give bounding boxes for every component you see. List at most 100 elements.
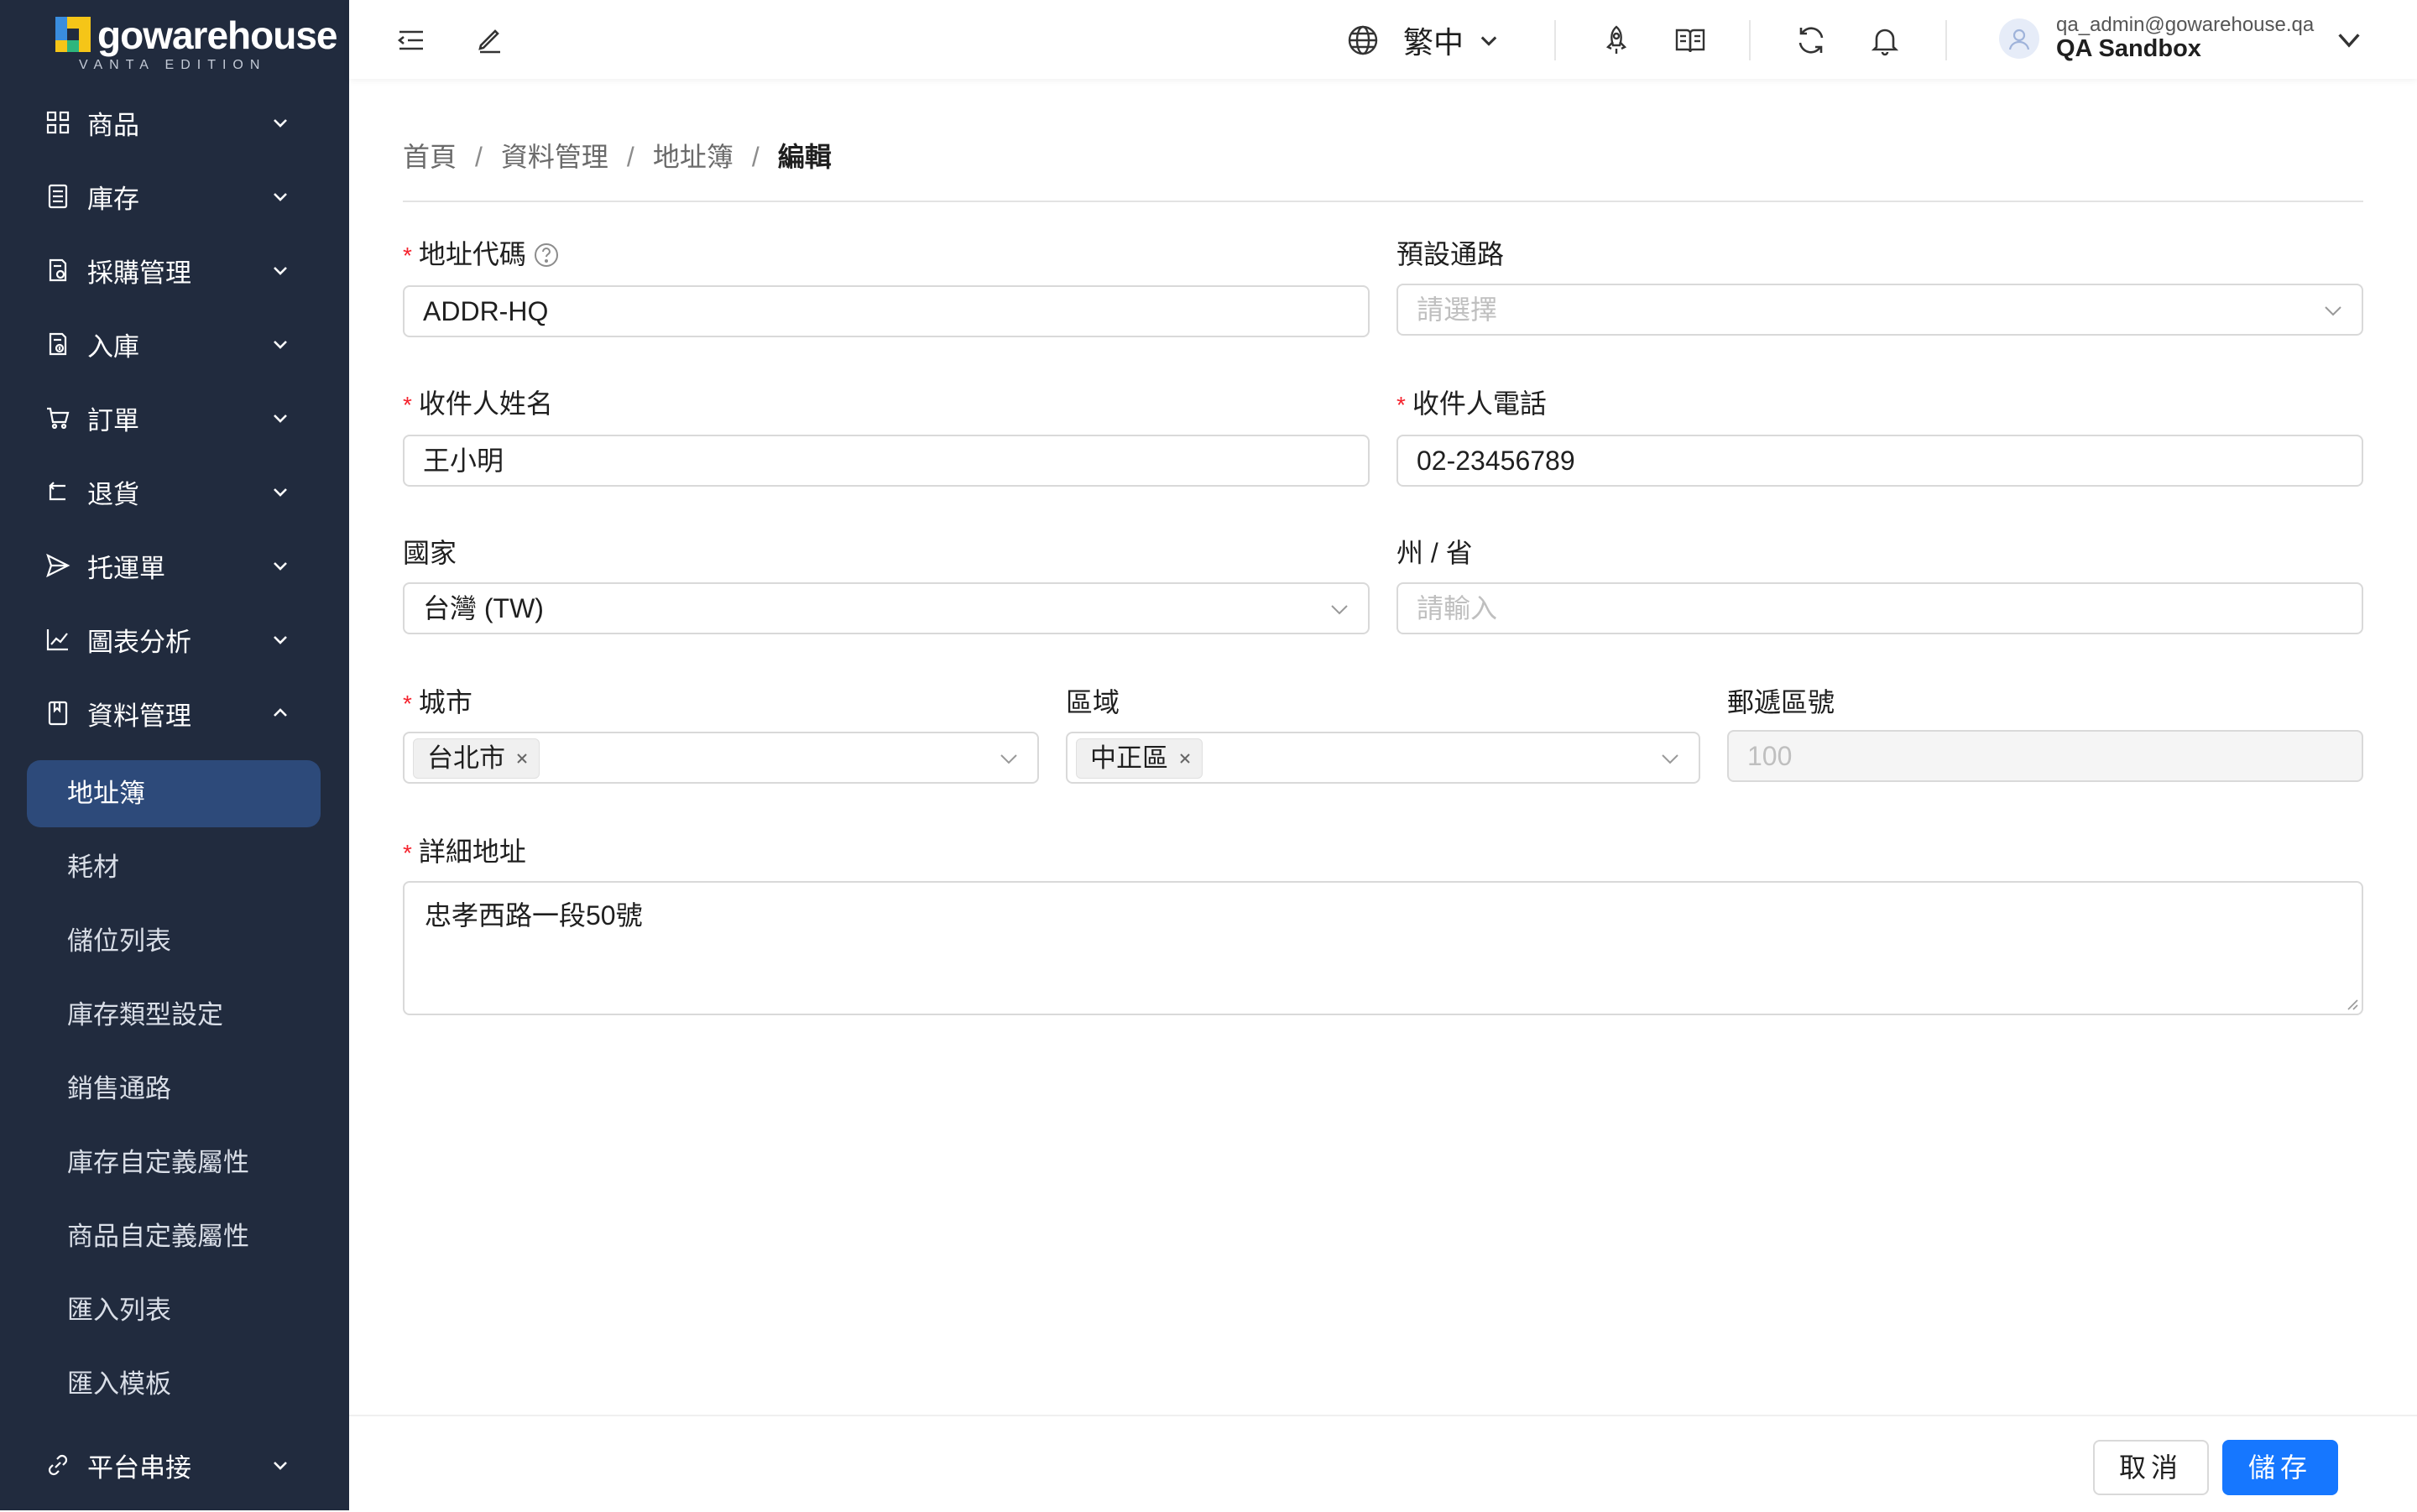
- question-circle-icon[interactable]: [533, 242, 560, 269]
- sidebar-item-returns[interactable]: 退貨: [0, 455, 349, 529]
- chevron-down-icon: [1331, 605, 1348, 615]
- recipient-phone-label: * 收件人電話: [1396, 388, 1547, 419]
- line-chart-icon: [46, 629, 68, 651]
- chevron-down-icon: [274, 488, 287, 497]
- sidebar-subitem-label: 地址簿: [67, 779, 145, 808]
- recipient-name-input[interactable]: 王小明: [403, 435, 1370, 487]
- chevron-down-icon: [2325, 306, 2341, 316]
- breadcrumb-separator: /: [751, 142, 760, 172]
- recipient-phone-input[interactable]: 02-23456789: [1396, 435, 2363, 487]
- chevron-down-icon: [274, 1462, 287, 1470]
- required-mark: *: [403, 392, 412, 418]
- sidebar-item-label: 托運單: [87, 553, 165, 583]
- app-logo[interactable]: gowarehouse VANTA EDITION: [55, 13, 338, 74]
- account-menu-chevron-icon[interactable]: [2335, 25, 2363, 54]
- breadcrumb-data-management[interactable]: 資料管理: [501, 142, 608, 172]
- address-code-input[interactable]: ADDR-HQ: [403, 285, 1370, 337]
- sidebar-subitem-consumables[interactable]: 耗材: [27, 834, 321, 901]
- logo-text: gowarehouse: [97, 13, 338, 57]
- postal-code-placeholder: 100: [1747, 741, 1793, 771]
- sidebar-item-integrations[interactable]: 平台串接: [0, 1428, 349, 1502]
- country-label: 國家: [403, 538, 457, 568]
- default-channel-label: 預設通路: [1396, 239, 1505, 269]
- sidebar-item-label: 平台串接: [87, 1452, 191, 1483]
- cancel-button[interactable]: 取消: [2093, 1440, 2209, 1495]
- state-input[interactable]: 請輸入: [1396, 582, 2363, 634]
- sidebar-item-data-management[interactable]: 資料管理: [0, 676, 349, 750]
- sidebar-subitem-label: 銷售通路: [67, 1074, 171, 1103]
- breadcrumb-current: 編輯: [777, 142, 832, 172]
- rocket-icon[interactable]: [1600, 23, 1633, 57]
- header-divider: [1554, 20, 1556, 60]
- menu-fold-icon[interactable]: [394, 23, 428, 57]
- save-button[interactable]: 儲存: [2222, 1440, 2338, 1495]
- bell-icon[interactable]: [1868, 23, 1902, 57]
- top-header: 繁中 qa_admin@gowarehouse.qa QA Sandbox: [349, 0, 2417, 79]
- sidebar-item-analytics[interactable]: 圖表分析: [0, 602, 349, 676]
- breadcrumb: 首頁 / 資料管理 / 地址簿 / 編輯: [403, 136, 832, 175]
- sidebar-subitem-inventory-attributes[interactable]: 庫存自定義屬性: [27, 1129, 321, 1197]
- logo-mark-icon: [55, 17, 91, 52]
- detail-address-label: * 詳細地址: [403, 837, 526, 867]
- breadcrumb-home[interactable]: 首頁: [403, 142, 457, 172]
- sidebar-item-label: 退貨: [87, 479, 139, 509]
- sidebar-item-orders[interactable]: 訂單: [0, 381, 349, 455]
- chevron-down-icon: [274, 341, 287, 349]
- page-divider: [403, 201, 2363, 202]
- chevron-down-icon: [274, 193, 287, 201]
- breadcrumb-address-book[interactable]: 地址簿: [653, 142, 733, 172]
- district-select[interactable]: 中正區: [1066, 732, 1700, 784]
- chevron-down-icon: [274, 119, 287, 128]
- close-icon[interactable]: [1178, 752, 1192, 765]
- sidebar-subitem-inventory-types[interactable]: 庫存類型設定: [27, 982, 321, 1049]
- sidebar-subitem-import-templates[interactable]: 匯入模板: [27, 1351, 321, 1418]
- breadcrumb-separator: /: [475, 142, 483, 172]
- user-email: qa_admin@gowarehouse.qa: [2056, 13, 2315, 36]
- user-organization: QA Sandbox: [2056, 35, 2201, 62]
- sidebar-subitem-import-list[interactable]: 匯入列表: [27, 1277, 321, 1344]
- sidebar-subitem-label: 匯入模板: [67, 1369, 171, 1399]
- country-select[interactable]: 台灣 (TW): [403, 582, 1370, 634]
- sidebar-subitem-label: 商品自定義屬性: [67, 1222, 249, 1251]
- chevron-down-icon: [274, 414, 287, 423]
- form-footer: 取消 儲存: [349, 1415, 2417, 1512]
- close-icon[interactable]: [515, 752, 529, 765]
- return-icon: [49, 482, 65, 501]
- sidebar-subitem-label: 庫存自定義屬性: [67, 1148, 249, 1177]
- book-open-icon[interactable]: [1673, 23, 1707, 57]
- avatar[interactable]: [1999, 18, 2039, 59]
- language-selector[interactable]: 繁中: [1403, 18, 1464, 62]
- postal-code-input[interactable]: 100: [1727, 730, 2363, 782]
- chevron-down-icon[interactable]: [1477, 29, 1501, 52]
- sidebar-subitem-product-attributes[interactable]: 商品自定義屬性: [27, 1203, 321, 1270]
- default-channel-placeholder: 請選擇: [1417, 295, 1498, 325]
- default-channel-select[interactable]: 請選擇: [1396, 284, 2363, 336]
- chevron-down-icon: [274, 267, 287, 275]
- sidebar-item-inbound[interactable]: 入庫: [0, 307, 349, 381]
- ledger-icon: [48, 184, 68, 209]
- globe-icon[interactable]: [1346, 23, 1380, 57]
- sidebar-subitem-address-book[interactable]: 地址簿: [27, 760, 321, 827]
- inbound-doc-icon: [49, 332, 67, 356]
- sidebar-subitem-sales-channels[interactable]: 銷售通路: [27, 1056, 321, 1123]
- sidebar-subitem-bin-list[interactable]: 儲位列表: [27, 908, 321, 975]
- sidebar-item-inventory[interactable]: 庫存: [0, 159, 349, 233]
- recipient-name-label: * 收件人姓名: [403, 388, 553, 419]
- edit-icon[interactable]: [473, 23, 507, 57]
- postal-code-label: 郵遞區號: [1727, 687, 1835, 717]
- header-divider: [1945, 20, 1947, 60]
- sidebar-item-purchasing[interactable]: 採購管理: [0, 233, 349, 307]
- sidebar-item-products[interactable]: 商品: [0, 86, 349, 159]
- sidebar-item-shipments[interactable]: 托運單: [0, 529, 349, 602]
- sidebar-item-label: 訂單: [87, 405, 139, 435]
- resize-handle-icon[interactable]: [2345, 997, 2358, 1010]
- sidebar-subitem-label: 耗材: [67, 852, 119, 882]
- required-mark: *: [1396, 392, 1406, 418]
- detail-address-textarea[interactable]: 忠孝西路一段50號: [403, 881, 2363, 1015]
- state-label: 州 / 省: [1396, 538, 1473, 568]
- purchase-doc-icon: [49, 258, 67, 282]
- sidebar: gowarehouse VANTA EDITION 商品 庫存 採購管理 入庫: [0, 0, 349, 1510]
- refresh-icon[interactable]: [1794, 23, 1828, 57]
- city-select[interactable]: 台北市: [403, 732, 1039, 784]
- send-icon: [46, 553, 70, 578]
